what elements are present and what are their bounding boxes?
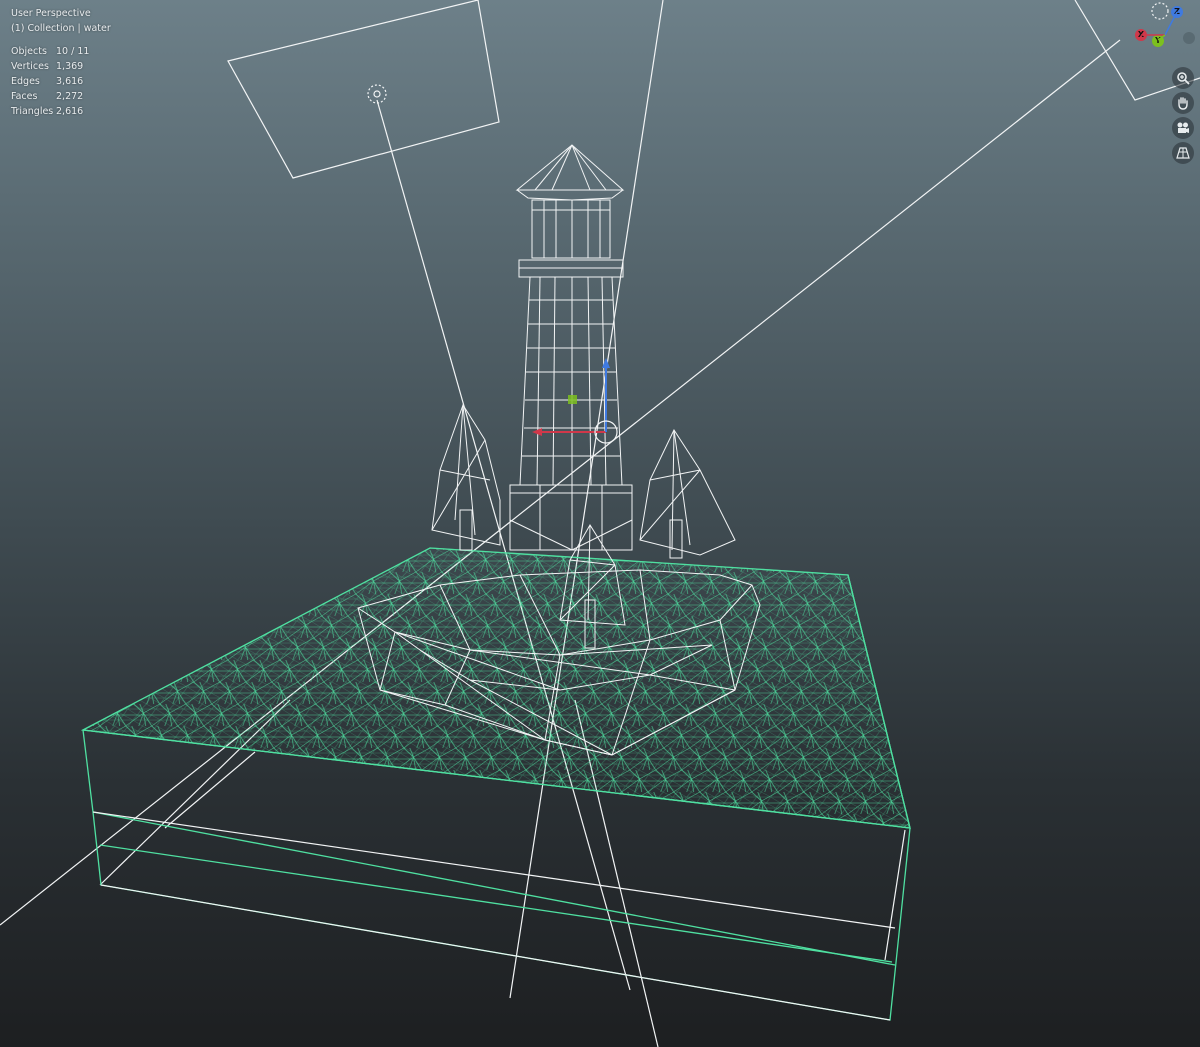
- stat-edges: Edges 3,616: [11, 74, 111, 89]
- stat-value: 2,272: [56, 91, 84, 102]
- stat-faces: Faces 2,272: [11, 89, 111, 104]
- stat-value: 10 / 11: [56, 46, 90, 57]
- ground-block-outline: [92, 811, 906, 1021]
- navigation-gizmo[interactable]: Z X Y: [1130, 0, 1200, 50]
- stat-value: 3,616: [56, 76, 84, 87]
- perspective-toggle-button[interactable]: [1172, 142, 1194, 164]
- stat-vertices: Vertices 1,369: [11, 59, 111, 74]
- collection-label: (1) Collection | water: [11, 23, 111, 34]
- perspective-grid-icon: [1176, 147, 1190, 159]
- stat-value: 2,616: [56, 106, 84, 117]
- camera-view-icon: [1177, 122, 1189, 133]
- stat-value: 1,369: [56, 61, 84, 72]
- stat-label: Edges: [11, 76, 40, 87]
- stat-triangles: Triangles 2,616: [11, 104, 111, 119]
- lighthouse: [509, 144, 633, 551]
- viewport-info-overlay: User Perspective (1) Collection | water …: [11, 6, 111, 119]
- tree-left: [431, 403, 501, 551]
- sun-lamp-object: [227, 0, 500, 179]
- stat-objects: Objects 10 / 11: [11, 44, 111, 59]
- view-name: User Perspective: [11, 8, 91, 19]
- 3d-viewport[interactable]: User Perspective (1) Collection | water …: [0, 0, 1200, 1047]
- pan-hand-icon: [1178, 97, 1188, 110]
- zoom-icon: [1177, 72, 1190, 85]
- pan-button[interactable]: [1172, 92, 1194, 114]
- camera-view-button[interactable]: [1172, 117, 1194, 139]
- gizmo-axis-lines: [1141, 11, 1178, 41]
- stat-label: Triangles: [11, 106, 54, 117]
- zoom-button[interactable]: [1172, 67, 1194, 89]
- stat-label: Objects: [11, 46, 47, 57]
- tree-right: [639, 428, 736, 559]
- wireframe-scene[interactable]: [0, 0, 1200, 1047]
- stat-label: Faces: [11, 91, 38, 102]
- viewport-nav-buttons: [1172, 67, 1196, 167]
- camera-rays: [0, 0, 1121, 1047]
- stat-label: Vertices: [11, 61, 49, 72]
- ground-block: [80, 547, 911, 1021]
